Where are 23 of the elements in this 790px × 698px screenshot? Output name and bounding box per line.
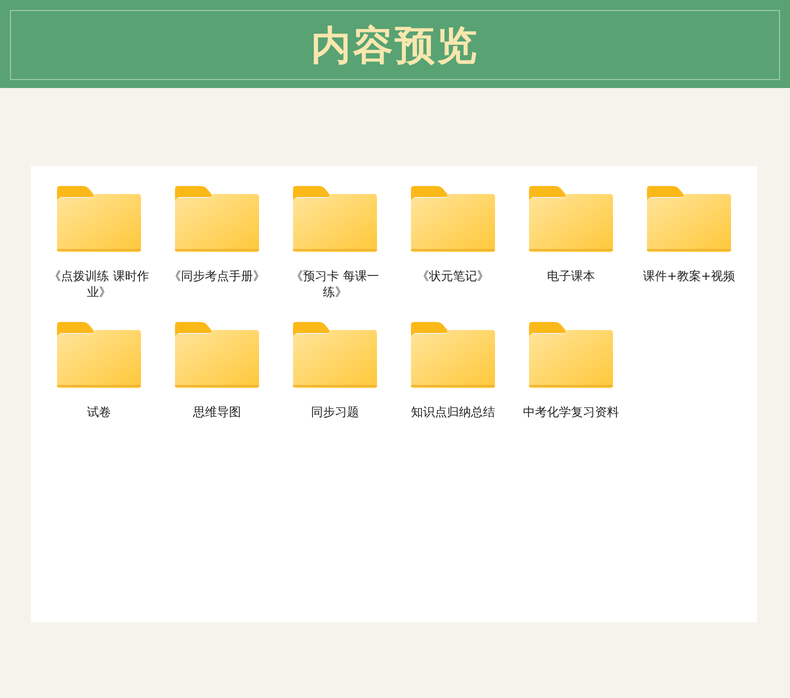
folder-name[interactable]: 《点拨训练 课时作业》 [49, 268, 149, 300]
page-title: 内容预览 [311, 20, 479, 70]
folder-name[interactable]: 知识点归纳总结 [403, 404, 503, 420]
folder-icon [647, 186, 731, 252]
folder-icon [57, 186, 141, 252]
folder-icon [411, 322, 495, 388]
folder-icon [57, 322, 141, 388]
folder-name[interactable]: 试卷 [49, 404, 149, 420]
folder-name[interactable]: 《状元笔记》 [403, 268, 503, 284]
folder-name[interactable]: 《同步考点手册》 [167, 268, 267, 284]
folder-name[interactable]: 电子课本 [521, 268, 621, 284]
folder-icon [293, 322, 377, 388]
folder-icon [175, 186, 259, 252]
folder-icon [175, 322, 259, 388]
folder-icon [293, 186, 377, 252]
folder-name[interactable]: 课件+教案+视频 [639, 268, 739, 284]
folder-icon [411, 186, 495, 252]
folder-icon [529, 322, 613, 388]
folder-name[interactable]: 思维导图 [167, 404, 267, 420]
folder-name[interactable]: 中考化学复习资料 [521, 404, 621, 420]
folder-icon [529, 186, 613, 252]
folder-name[interactable]: 同步习题 [285, 404, 385, 420]
folder-name[interactable]: 《预习卡 每课一练》 [285, 268, 385, 300]
